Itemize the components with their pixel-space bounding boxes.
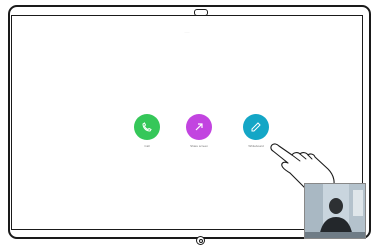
call-button[interactable]: Call <box>127 114 167 148</box>
whiteboard-icon <box>251 122 261 132</box>
self-view-video[interactable] <box>304 183 366 239</box>
home-button[interactable] <box>196 236 205 245</box>
touch-screen: ····· Call Share screen Whiteboard <box>11 15 366 239</box>
share-screen-label: Share screen <box>190 144 208 148</box>
phone-icon <box>142 122 152 132</box>
self-view-person-image <box>305 184 365 238</box>
share-screen-button[interactable]: Share screen <box>179 114 219 148</box>
screen-title: ····· <box>184 30 190 34</box>
share-circle[interactable] <box>186 114 212 140</box>
call-label: Call <box>144 144 150 148</box>
share-icon <box>195 123 203 131</box>
call-circle[interactable] <box>134 114 160 140</box>
whiteboard-circle[interactable] <box>243 114 269 140</box>
